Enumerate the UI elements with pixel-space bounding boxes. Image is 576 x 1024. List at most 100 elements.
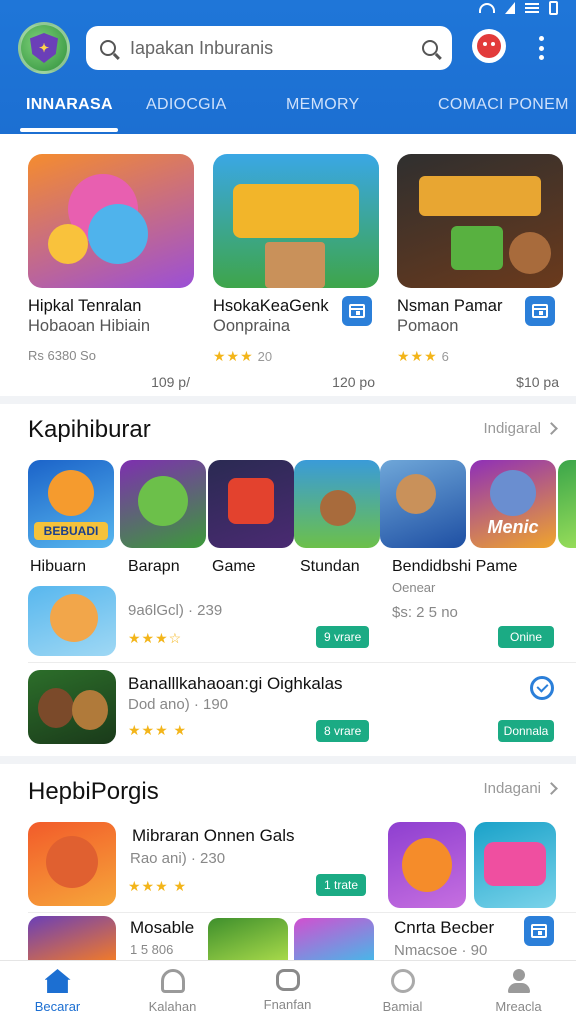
notification-icon — [525, 3, 539, 13]
see-more-link[interactable]: Indagani — [483, 780, 558, 797]
active-tab-indicator — [20, 128, 118, 132]
tab-adiocgia[interactable]: ADIOCGIA — [146, 96, 227, 114]
featured-thumbnail — [213, 154, 379, 288]
game-tile-label: Barapn — [128, 558, 180, 575]
install-pill[interactable]: 8 vrare — [316, 720, 370, 742]
nav-bamial[interactable]: Bamial — [345, 961, 460, 1024]
featured-meta: Rs 6380 So — [28, 348, 96, 363]
featured-card[interactable]: Hipkal Tenralan Hobaoan Hibiain Rs 6380 … — [28, 154, 194, 390]
profile-avatar[interactable] — [472, 29, 506, 63]
see-more-link[interactable]: Indigaral — [483, 420, 558, 437]
overflow-menu-icon[interactable] — [536, 36, 546, 60]
nav-kalahan[interactable]: Kalahan — [115, 961, 230, 1024]
game-tile[interactable] — [120, 460, 206, 548]
list-item-thumbnail[interactable] — [208, 918, 288, 960]
list-item-sub: 9a6lGcl) · 239 — [128, 602, 223, 619]
game-tile-sub: Oenear — [392, 580, 436, 595]
game-tile[interactable]: Menic — [470, 460, 556, 548]
chevron-right-icon — [545, 422, 558, 435]
game-tile[interactable] — [294, 460, 380, 548]
battery-icon — [549, 1, 558, 15]
featured-rating: ★★★ 20 — [213, 348, 379, 364]
search-bar[interactable] — [86, 26, 452, 70]
game-tile[interactable] — [208, 460, 294, 548]
install-pill[interactable]: 1 trate — [316, 874, 367, 896]
game-icon-row: BEBUADI Menic — [28, 460, 576, 552]
avatar-face-icon — [477, 34, 501, 58]
apps-icon — [160, 969, 185, 993]
row-separator — [28, 662, 576, 663]
calendar-icon — [531, 924, 547, 938]
side-game-thumbnail[interactable] — [388, 822, 466, 908]
tab-innarasa[interactable]: INNARASA — [26, 96, 113, 114]
list-item-thumbnail[interactable] — [28, 586, 116, 656]
verified-check-icon[interactable] — [530, 676, 554, 700]
search-submit-icon[interactable] — [422, 40, 438, 56]
calendar-icon — [349, 304, 365, 318]
wifi-icon — [479, 3, 495, 13]
list-item-sub: Dod ano) · 190 — [128, 696, 229, 713]
tab-memory[interactable]: MEMORY — [286, 96, 360, 114]
featured-price: 109 p/ — [151, 374, 190, 390]
user-icon — [507, 969, 530, 993]
featured-card[interactable]: HsokaKeaGenk Oonpraina ★★★ 20 120 po — [213, 154, 379, 390]
install-pill[interactable]: 9 vrare — [316, 626, 370, 648]
install-button[interactable] — [525, 296, 555, 326]
download-pill[interactable]: Donnala — [498, 720, 554, 742]
featured-price: $10 pa — [516, 374, 559, 390]
featured-card[interactable]: Nsman Pamar Pomaon ★★★ 6 $10 pa — [397, 154, 563, 390]
game-tile-label: Game — [212, 558, 256, 575]
side-game-thumbnail[interactable] — [474, 822, 556, 908]
online-pill[interactable]: Onine — [498, 626, 554, 648]
list-item-thumbnail[interactable] — [28, 670, 116, 744]
bottom-navigation: Becarar Kalahan Fnanfan Bamial Mreacla — [0, 960, 576, 1024]
tile-banner-text: Menic — [487, 517, 539, 537]
list-item-thumbnail[interactable] — [28, 822, 116, 906]
top-app-bar: ✦ INNARASA ADIOCGIA MEMORY COMACI PONEM — [0, 0, 576, 134]
nav-label: Becarar — [34, 999, 81, 1014]
signal-icon — [505, 2, 515, 14]
game-tile[interactable]: BEBUADI — [28, 460, 114, 548]
list-item-title: Banalllkahaoan:gi Oighkalas — [128, 674, 343, 693]
rating-count: 6 — [441, 349, 449, 364]
list-item-sub: 1 5 806 — [130, 942, 174, 957]
featured-price: 120 po — [332, 374, 375, 390]
game-tile-partial[interactable] — [558, 460, 576, 548]
install-button[interactable] — [524, 916, 554, 946]
game-tile-label: Bendidbshi Pame — [392, 558, 518, 575]
nav-fnanfan[interactable]: Fnanfan — [230, 961, 345, 1024]
game-controller-icon — [390, 969, 415, 993]
list-item-title: Mosable — [130, 918, 195, 937]
search-input[interactable] — [130, 37, 416, 59]
nav-home[interactable]: Becarar — [0, 961, 115, 1024]
featured-subtitle: Hobaoan Hibiain — [28, 317, 151, 335]
section-title: Kapihiburar — [28, 416, 151, 443]
rating-stars: ★★★ — [213, 348, 254, 364]
list-item-thumbnail[interactable] — [28, 916, 116, 960]
chevron-right-icon — [545, 782, 558, 795]
home-icon — [44, 969, 71, 993]
list-item-sub: Rao ani) · 230 — [130, 850, 226, 867]
list-item-sub: Nmacsoe · 90 — [394, 942, 488, 959]
install-button[interactable] — [342, 296, 372, 326]
featured-thumbnail — [397, 154, 563, 288]
list-item-title: Cnrta Becber — [394, 918, 495, 937]
featured-thumbnail — [28, 154, 194, 288]
list-item-title: Mibraran Onnen Gals — [132, 826, 295, 845]
rating-stars: ★★★ — [397, 348, 438, 364]
nav-label: Bamial — [382, 999, 423, 1014]
section-divider — [0, 396, 576, 404]
category-tabs: INNARASA ADIOCGIA MEMORY COMACI PONEM — [0, 86, 576, 134]
rating-stars: ★★★☆ — [128, 630, 183, 646]
status-bar — [479, 0, 558, 16]
tab-comaci-ponem[interactable]: COMACI PONEM — [438, 96, 569, 114]
see-more-label: Indigaral — [483, 420, 541, 437]
featured-rating: ★★★ 6 — [397, 348, 563, 364]
nav-profile[interactable]: Mreacla — [461, 961, 576, 1024]
list-item-thumbnail[interactable] — [294, 918, 374, 960]
section-title: HepbiPorgis — [28, 778, 159, 805]
game-tile[interactable] — [380, 460, 466, 548]
rating-stars: ★★★ ★ — [128, 722, 188, 738]
nav-label: Mreacla — [495, 999, 542, 1014]
app-logo[interactable]: ✦ — [18, 22, 70, 74]
